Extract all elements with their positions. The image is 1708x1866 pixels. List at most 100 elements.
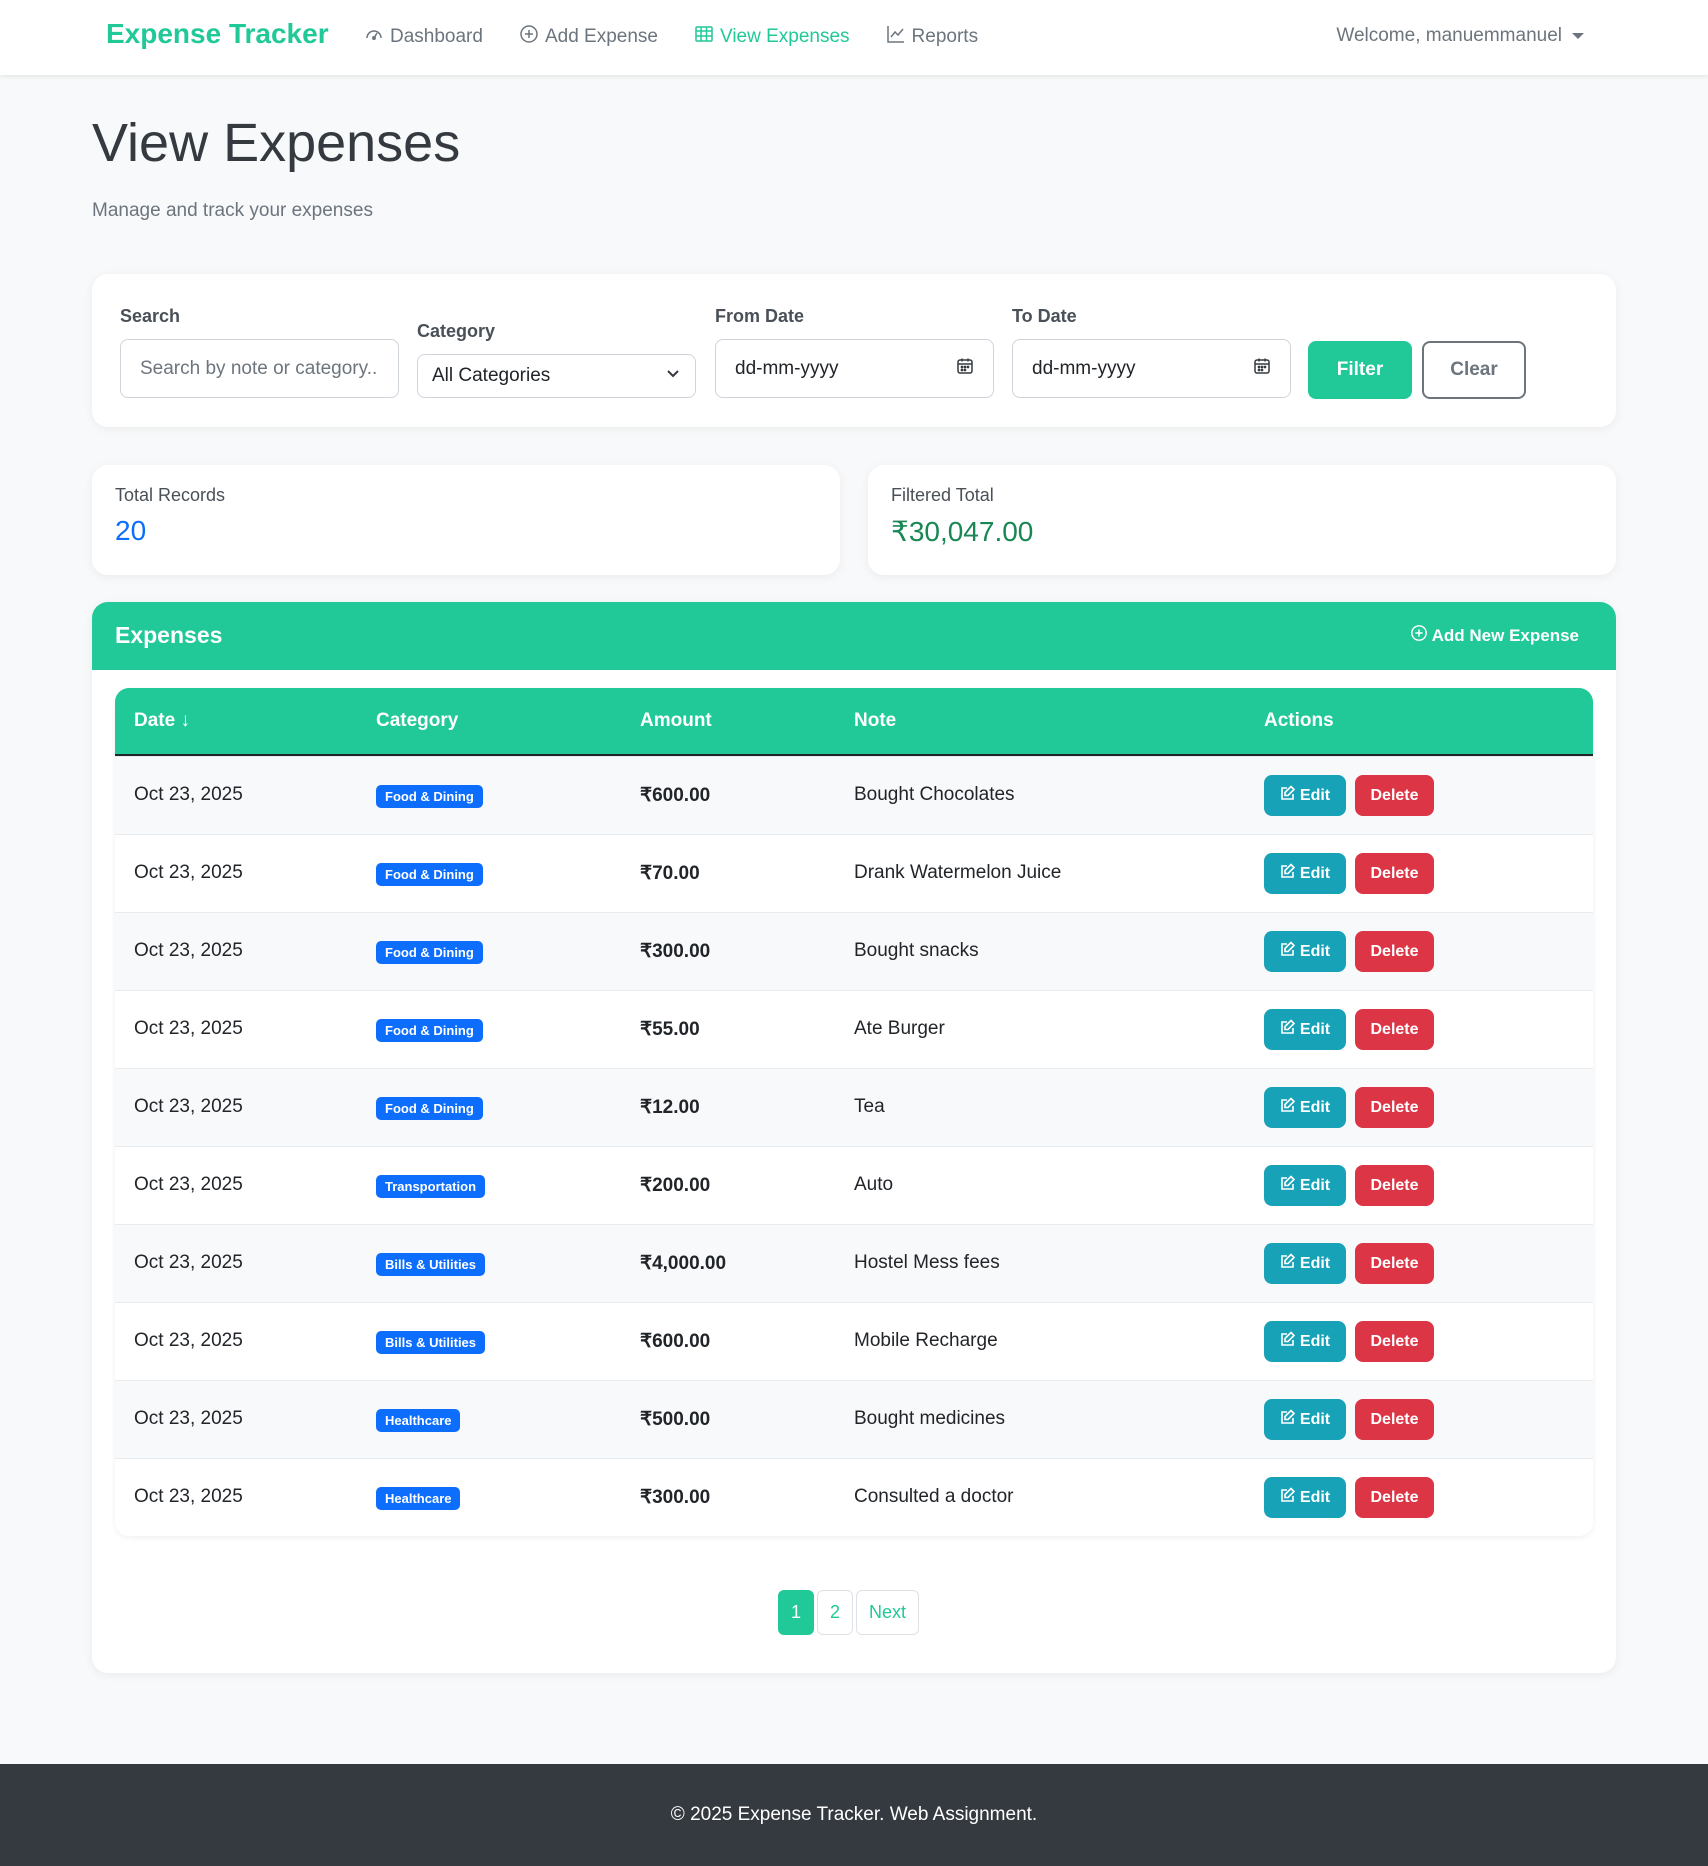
nav-item-view-expenses[interactable]: View Expenses [694,24,850,50]
edit-button[interactable]: Edit [1264,1477,1346,1518]
edit-button[interactable]: Edit [1264,1321,1346,1362]
column-header-category: Category [376,710,459,731]
to-date-placeholder: dd-mm-yyyy [1032,357,1136,379]
row-amount: ₹300.00 [640,941,711,962]
from-date-input[interactable]: dd-mm-yyyy [715,339,994,398]
plus-circle-icon [1410,624,1428,647]
edit-button[interactable]: Edit [1264,931,1346,972]
search-placeholder: Search by note or category... [140,357,379,379]
page-subtitle: Manage and track your expenses [92,200,373,221]
edit-button[interactable]: Edit [1264,775,1346,816]
edit-label: Edit [1299,1410,1331,1428]
edit-icon [1280,1097,1296,1118]
row-amount: ₹4,000.00 [640,1253,727,1274]
clear-button[interactable]: Clear [1422,341,1526,399]
row-amount: ₹300.00 [640,1487,711,1508]
nav-item-label: Dashboard [390,26,483,47]
table-row: Oct 23, 2025 Food & Dining ₹300.00 Bough… [115,912,1593,990]
delete-label: Delete [1370,1254,1419,1272]
category-badge: Healthcare [376,1487,461,1510]
gauge-icon [364,24,384,50]
row-note: Consulted a doctor [854,1486,1014,1507]
brand-logo[interactable]: Expense Tracker [106,18,329,50]
edit-button[interactable]: Edit [1264,1399,1346,1440]
edit-button[interactable]: Edit [1264,1165,1346,1206]
calendar-icon[interactable] [956,357,974,381]
row-note: Ate Burger [854,1018,945,1039]
filter-button[interactable]: Filter [1308,341,1412,399]
edit-button[interactable]: Edit [1264,1009,1346,1050]
expenses-table: Date ↓ Category Amount Note Actions Oct … [115,688,1593,1536]
total-records-value: 20 [115,515,147,546]
nav-item-dashboard[interactable]: Dashboard [364,24,483,50]
nav-menu: Dashboard Add Expense View Expenses Repo… [364,24,978,50]
to-date-input[interactable]: dd-mm-yyyy [1012,339,1291,398]
user-dropdown[interactable]: Welcome, manuemmanuel [1336,25,1584,47]
delete-button[interactable]: Delete [1355,1165,1434,1206]
delete-button[interactable]: Delete [1355,1477,1434,1518]
chevron-down-icon [665,365,681,387]
page-1-button[interactable]: 1 [778,1590,815,1635]
category-badge: Food & Dining [376,941,483,964]
edit-icon [1280,1175,1296,1196]
category-select[interactable]: All Categories [417,354,696,398]
row-note: Mobile Recharge [854,1330,998,1351]
row-date: Oct 23, 2025 [134,1018,243,1039]
delete-button[interactable]: Delete [1355,1087,1434,1128]
delete-button[interactable]: Delete [1355,775,1434,816]
row-amount: ₹55.00 [640,1019,700,1040]
edit-button[interactable]: Edit [1264,853,1346,894]
total-records-card: Total Records 20 [92,465,840,575]
nav-item-label: Reports [911,26,979,47]
top-navbar: Expense Tracker Dashboard Add Expense Vi… [0,0,1708,75]
row-date: Oct 23, 2025 [134,1174,243,1195]
edit-label: Edit [1299,1488,1331,1506]
row-amount: ₹500.00 [640,1409,711,1430]
row-amount: ₹200.00 [640,1175,711,1196]
nav-item-reports[interactable]: Reports [886,24,979,50]
total-records-label: Total Records [115,485,226,505]
edit-label: Edit [1299,1332,1331,1350]
delete-button[interactable]: Delete [1355,931,1434,972]
table-row: Oct 23, 2025 Food & Dining ₹70.00 Drank … [115,834,1593,912]
delete-button[interactable]: Delete [1355,1009,1434,1050]
edit-icon [1280,1331,1296,1352]
footer-text: © 2025 Expense Tracker. Web Assignment. [670,1804,1038,1825]
table-body: Oct 23, 2025 Food & Dining ₹600.00 Bough… [115,756,1593,1536]
next-page-button[interactable]: Next [856,1590,920,1635]
nav-item-add-expense[interactable]: Add Expense [519,24,658,50]
row-note: Auto [854,1174,894,1195]
edit-button[interactable]: Edit [1264,1243,1346,1284]
column-header-date[interactable]: Date ↓ [134,710,190,732]
calendar-icon[interactable] [1253,357,1271,381]
edit-icon [1280,863,1296,884]
delete-button[interactable]: Delete [1355,853,1434,894]
add-new-expense-label: Add New Expense [1431,625,1579,645]
edit-button[interactable]: Edit [1264,1087,1346,1128]
search-input[interactable]: Search by note or category... [120,339,399,398]
filtered-total-value: ₹30,047.00 [891,516,1034,547]
add-new-expense-link[interactable]: Add New Expense [1410,624,1579,647]
delete-button[interactable]: Delete [1355,1321,1434,1362]
nav-item-label: Add Expense [544,26,658,47]
delete-label: Delete [1370,864,1419,882]
delete-label: Delete [1370,1176,1419,1194]
page-2-button[interactable]: 2 [817,1590,854,1635]
filtered-total-label: Filtered Total [891,485,994,505]
row-note: Bought medicines [854,1408,1006,1429]
row-date: Oct 23, 2025 [134,1408,243,1429]
row-note: Hostel Mess fees [854,1252,1000,1273]
category-label: Category [417,321,496,341]
category-select-value: All Categories [432,365,551,386]
caret-down-icon [1572,33,1584,39]
category-badge: Food & Dining [376,863,483,886]
from-date-group: From Date dd-mm-yyyy [715,306,994,398]
delete-button[interactable]: Delete [1355,1399,1434,1440]
edit-label: Edit [1299,1176,1331,1194]
page-title: View Expenses [92,113,461,173]
row-amount: ₹70.00 [640,863,700,884]
delete-button[interactable]: Delete [1355,1243,1434,1284]
expenses-header: Expenses Add New Expense [92,602,1616,670]
category-badge: Food & Dining [376,1019,483,1042]
row-note: Bought snacks [854,940,979,961]
